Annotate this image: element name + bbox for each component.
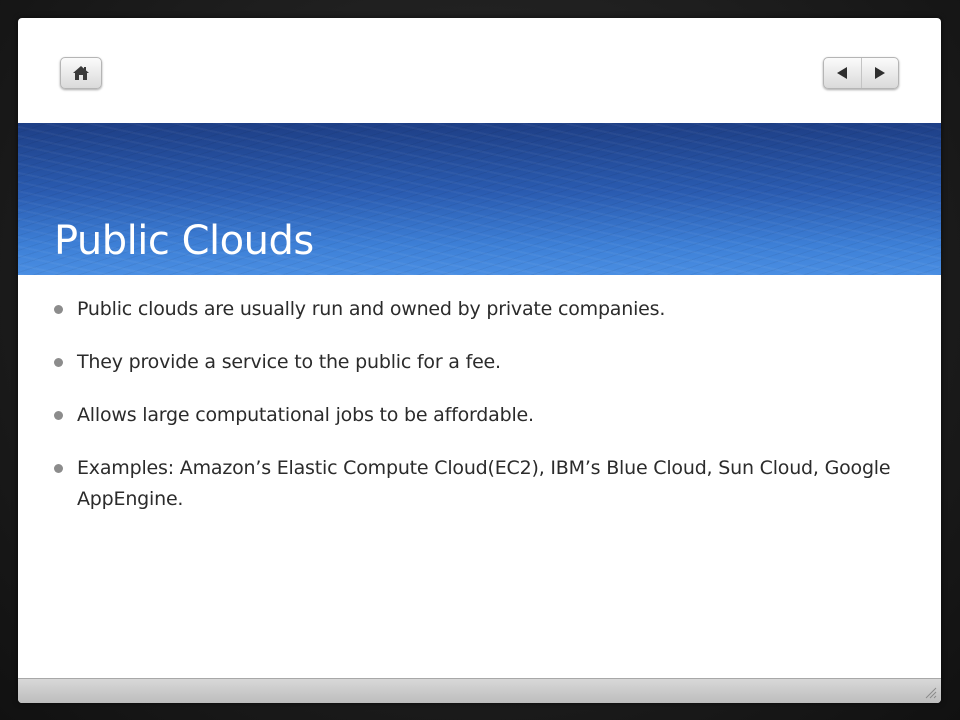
- bottom-toolbar: [18, 678, 941, 703]
- bullet-text: Examples: Amazon’s Elastic Compute Cloud…: [77, 457, 891, 510]
- presentation-frame: Public Clouds Public clouds are usually …: [0, 0, 960, 720]
- previous-slide-button[interactable]: [824, 58, 861, 88]
- next-slide-button[interactable]: [860, 58, 899, 88]
- bullet-item: They provide a service to the public for…: [54, 347, 914, 378]
- bullet-dot-icon: [54, 464, 63, 473]
- bullet-dot-icon: [54, 411, 63, 420]
- triangle-left-icon: [837, 67, 848, 79]
- bullet-text: They provide a service to the public for…: [77, 351, 501, 373]
- bullet-item: Allows large computational jobs to be af…: [54, 400, 914, 431]
- bullet-list: Public clouds are usually run and owned …: [54, 294, 914, 537]
- bullet-text: Allows large computational jobs to be af…: [77, 404, 534, 426]
- bullet-text: Public clouds are usually run and owned …: [77, 298, 666, 320]
- home-icon: [73, 66, 89, 80]
- bullet-item: Public clouds are usually run and owned …: [54, 294, 914, 325]
- resize-grip-icon[interactable]: [923, 685, 937, 699]
- slide-title: Public Clouds: [54, 218, 314, 264]
- bullet-dot-icon: [54, 358, 63, 367]
- bullet-dot-icon: [54, 305, 63, 314]
- bullet-item: Examples: Amazon’s Elastic Compute Cloud…: [54, 453, 914, 515]
- slide: Public Clouds Public clouds are usually …: [18, 18, 941, 703]
- slide-navigation: [823, 57, 899, 89]
- triangle-right-icon: [874, 67, 885, 79]
- home-button[interactable]: [60, 57, 102, 89]
